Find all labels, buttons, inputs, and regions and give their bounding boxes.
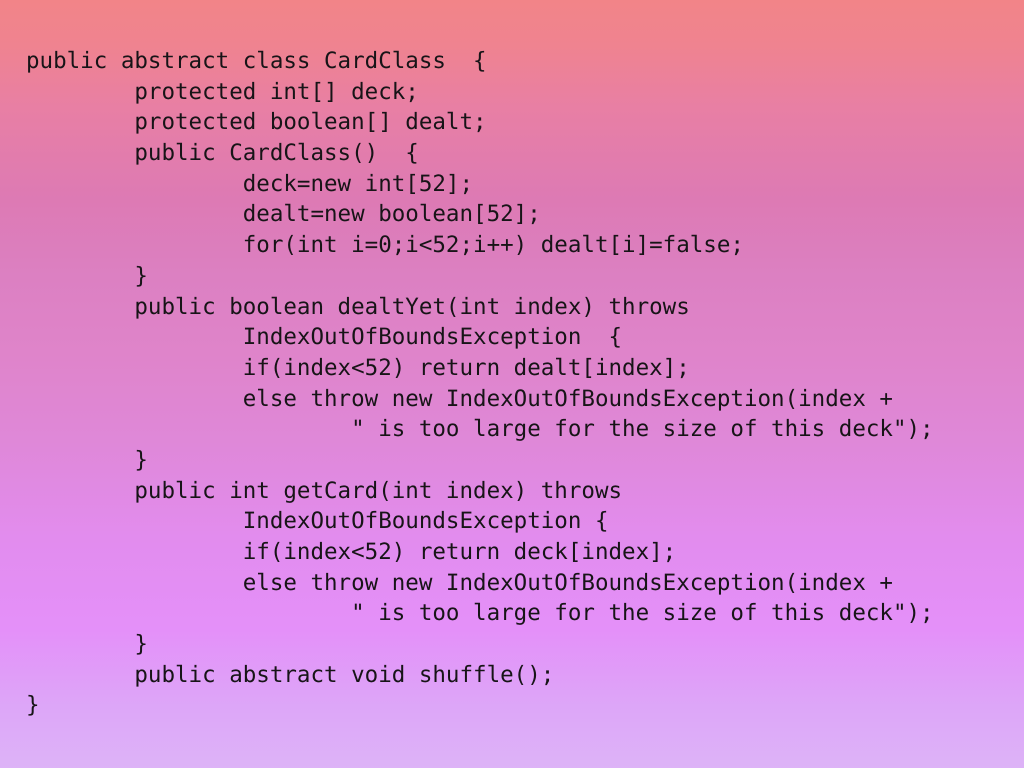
code-line: public abstract void shuffle(); [26, 661, 555, 688]
code-line: for(int i=0;i<52;i++) dealt[i]=false; [26, 232, 744, 259]
code-line: } [26, 262, 148, 289]
code-line: public CardClass() { [26, 140, 419, 167]
code-line: public int getCard(int index) throws [26, 477, 623, 504]
code-line: dealt=new boolean[52]; [26, 201, 541, 228]
code-line: " is too large for the size of this deck… [26, 600, 934, 627]
code-line: if(index<52) return deck[index]; [26, 539, 677, 565]
code-line: public abstract class CardClass { [26, 48, 487, 74]
code-line: " is too large for the size of this deck… [26, 416, 934, 443]
code-line: IndexOutOfBoundsException { [26, 508, 609, 535]
code-line: deck=new int[52]; [26, 170, 474, 197]
code-line: else throw new IndexOutOfBoundsException… [26, 385, 893, 412]
code-line: IndexOutOfBoundsException { [26, 324, 623, 351]
code-line: } [26, 692, 40, 719]
code-line: } [26, 446, 148, 473]
code-line: } [26, 631, 148, 658]
java-source-code: public abstract class CardClass { protec… [26, 46, 1016, 721]
code-line: else throw new IndexOutOfBoundsException… [26, 569, 893, 596]
code-slide: public abstract class CardClass { protec… [0, 0, 1024, 768]
code-line: public boolean dealtYet(int index) throw… [26, 293, 690, 320]
code-line: protected int[] deck; [26, 78, 419, 105]
code-line: if(index<52) return dealt[index]; [26, 354, 690, 381]
code-line: protected boolean[] dealt; [26, 109, 487, 136]
